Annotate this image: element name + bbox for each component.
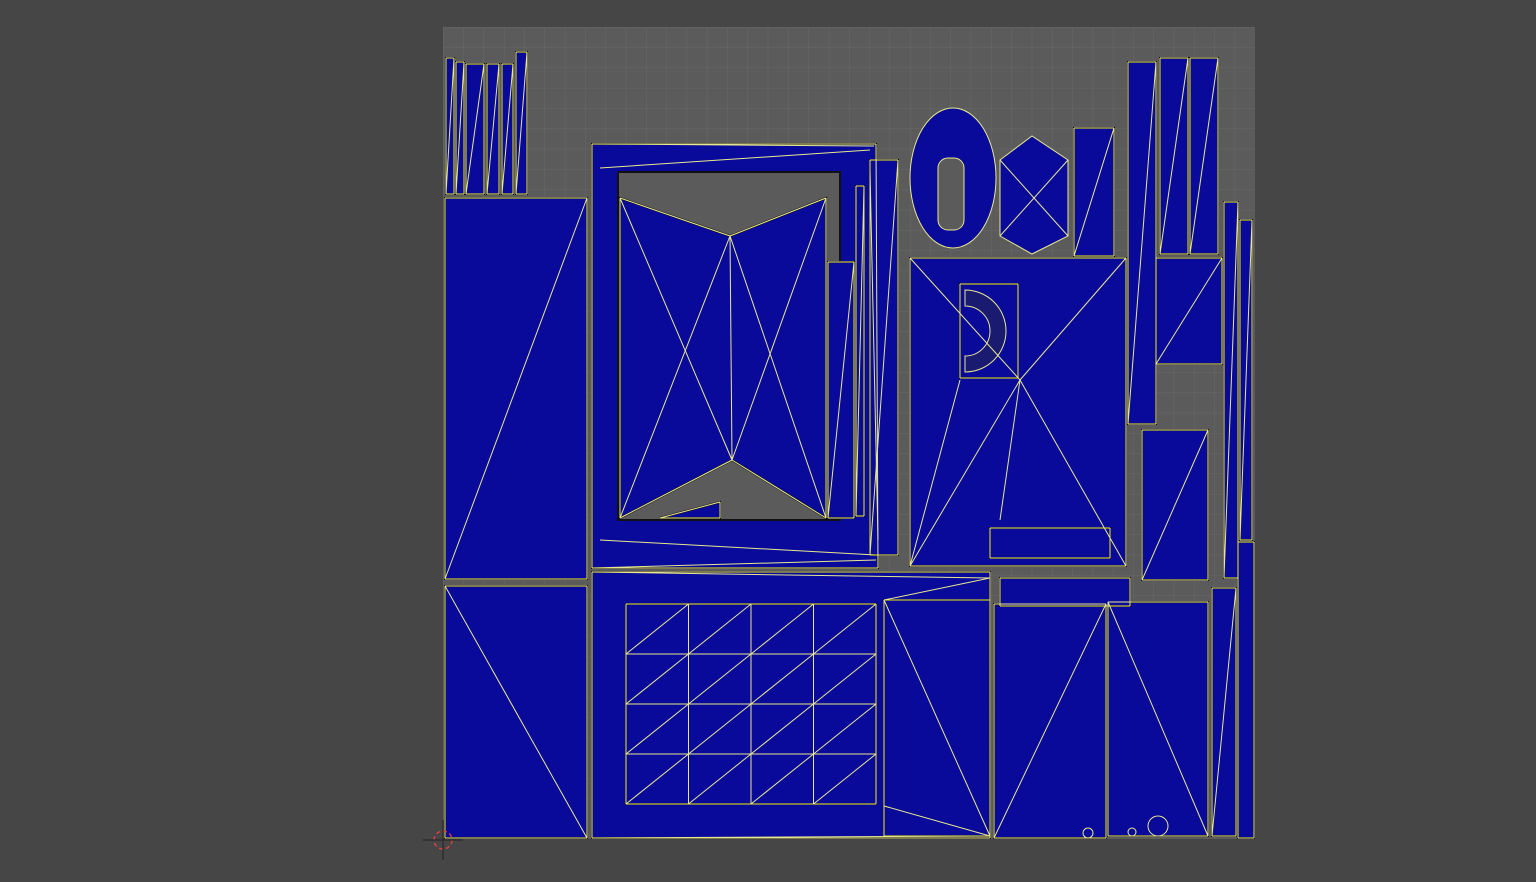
uv-island-zigzag-row[interactable] [989, 527, 1111, 559]
uv-editor-viewport[interactable] [0, 0, 1536, 882]
uv-island-small-circle-0[interactable] [1082, 827, 1094, 839]
2d-cursor-crosshair-icon[interactable] [423, 820, 463, 860]
uv-island-octagon[interactable] [999, 135, 1069, 255]
uv-island-right-zigzag[interactable] [1237, 541, 1255, 839]
uv-canvas[interactable] [443, 27, 1255, 839]
uv-grid-area[interactable] [443, 27, 1255, 839]
uv-island-small-circle-2[interactable] [1147, 815, 1169, 837]
uv-island-oval-hole [937, 157, 965, 231]
uv-island-small-circle-1[interactable] [1127, 827, 1137, 837]
